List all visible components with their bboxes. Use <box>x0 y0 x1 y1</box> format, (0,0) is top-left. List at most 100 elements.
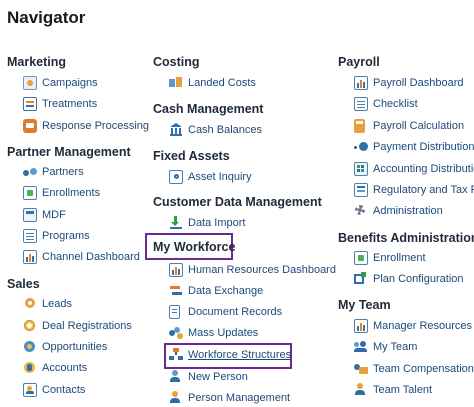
nav-human-resources-dashboard-label: Human Resources Dashboard <box>188 264 336 276</box>
nav-new-person[interactable]: New Person <box>169 368 248 386</box>
nav-manager-resources-label: Manager Resources D <box>373 320 474 332</box>
nav-data-exchange-label: Data Exchange <box>188 285 264 297</box>
dashboard-icon <box>354 76 368 90</box>
landed-costs-icon <box>169 76 183 90</box>
nav-data-exchange[interactable]: Data Exchange <box>169 282 263 300</box>
mass-updates-icon <box>169 326 183 340</box>
programs-icon <box>23 229 37 243</box>
plan-configuration-icon <box>354 272 368 286</box>
nav-mdf[interactable]: MDF <box>23 206 66 224</box>
section-customer-data-management-header: Customer Data Management <box>153 195 322 209</box>
section-marketing-header: Marketing <box>7 55 67 69</box>
nav-checklist[interactable]: Checklist <box>354 95 418 113</box>
nav-opportunities[interactable]: Opportunities <box>23 338 107 356</box>
nav-programs-label: Programs <box>42 230 90 242</box>
person-management-icon <box>169 391 183 405</box>
nav-leads[interactable]: Leads <box>23 295 72 313</box>
nav-human-resources-dashboard[interactable]: Human Resources Dashboard <box>169 261 336 279</box>
nav-team-compensation[interactable]: Team Compensation <box>354 360 474 378</box>
payment-distribution-icon <box>354 140 368 154</box>
nav-payment-distribution-label: Payment Distribution <box>373 141 474 153</box>
leads-icon <box>23 297 37 311</box>
enrollment-icon <box>354 251 368 265</box>
nav-mass-updates[interactable]: Mass Updates <box>169 324 258 342</box>
nav-document-records[interactable]: Document Records <box>169 303 282 321</box>
nav-treatments-label: Treatments <box>42 98 98 110</box>
nav-checklist-label: Checklist <box>373 98 418 110</box>
nav-workforce-structures-label: Workforce Structures <box>188 349 292 361</box>
dashboard-icon <box>354 319 368 333</box>
enrollments-icon <box>23 186 37 200</box>
nav-payment-distribution[interactable]: Payment Distribution <box>354 138 474 156</box>
deal-registrations-icon <box>23 319 37 333</box>
section-fixed-assets-header: Fixed Assets <box>153 149 230 163</box>
team-icon <box>354 340 368 354</box>
nav-team-talent-label: Team Talent <box>373 384 433 396</box>
nav-accounting-distribution[interactable]: Accounting Distribution <box>354 160 474 178</box>
accounts-icon <box>23 361 37 375</box>
nav-accounts-label: Accounts <box>42 362 88 374</box>
nav-deal-registrations-label: Deal Registrations <box>42 320 132 332</box>
nav-manager-resources[interactable]: Manager Resources D <box>354 317 474 335</box>
nav-workforce-structures[interactable]: Workforce Structures <box>169 346 291 364</box>
nav-administration[interactable]: Administration <box>354 202 443 220</box>
document-icon <box>169 305 180 319</box>
nav-mdf-label: MDF <box>42 209 66 221</box>
download-icon <box>169 216 183 230</box>
contacts-icon <box>23 383 37 397</box>
nav-regulatory-and-tax-label: Regulatory and Tax Re <box>373 184 474 196</box>
nav-channel-dashboard-label: Channel Dashboard <box>42 251 140 263</box>
nav-new-person-label: New Person <box>188 371 248 383</box>
asset-inquiry-icon <box>169 170 183 184</box>
nav-deal-registrations[interactable]: Deal Registrations <box>23 317 132 335</box>
treatments-icon <box>23 97 37 111</box>
partners-icon <box>23 165 37 179</box>
nav-team-talent[interactable]: Team Talent <box>354 381 432 399</box>
nav-partners-label: Partners <box>42 166 84 178</box>
nav-payroll-dashboard[interactable]: Payroll Dashboard <box>354 74 464 92</box>
nav-accounts[interactable]: Accounts <box>23 359 87 377</box>
nav-cash-balances[interactable]: Cash Balances <box>169 121 262 139</box>
nav-document-records-label: Document Records <box>188 306 283 318</box>
nav-treatments[interactable]: Treatments <box>23 95 97 113</box>
nav-campaigns[interactable]: Campaigns <box>23 74 98 92</box>
dashboard-icon <box>23 250 37 264</box>
nav-person-management-label: Person Management <box>188 392 291 404</box>
bank-icon <box>169 123 183 137</box>
workforce-structures-icon <box>169 348 183 362</box>
nav-plan-configuration[interactable]: Plan Configuration <box>354 270 464 288</box>
dashboard-icon <box>169 263 183 277</box>
nav-channel-dashboard[interactable]: Channel Dashboard <box>23 248 140 266</box>
section-payroll-header: Payroll <box>338 55 380 69</box>
nav-data-import[interactable]: Data Import <box>169 214 245 232</box>
nav-enrollment-label: Enrollment <box>373 252 426 264</box>
nav-landed-costs[interactable]: Landed Costs <box>169 74 256 92</box>
talent-icon <box>354 383 368 397</box>
nav-team-compensation-label: Team Compensation <box>373 363 474 375</box>
response-processing-icon <box>23 119 37 133</box>
section-cash-management-header: Cash Management <box>153 102 264 116</box>
nav-response-processing-label: Response Processing <box>42 120 150 132</box>
data-exchange-icon <box>169 284 183 298</box>
nav-regulatory-and-tax[interactable]: Regulatory and Tax Re <box>354 181 474 199</box>
nav-payroll-calculation[interactable]: Payroll Calculation <box>354 117 464 135</box>
regulatory-icon <box>354 183 368 197</box>
nav-enrollment[interactable]: Enrollment <box>354 249 426 267</box>
checklist-icon <box>354 97 368 111</box>
nav-asset-inquiry[interactable]: Asset Inquiry <box>169 168 252 186</box>
nav-person-management[interactable]: Person Management <box>169 389 290 407</box>
nav-my-team[interactable]: My Team <box>354 338 417 356</box>
nav-asset-inquiry-label: Asset Inquiry <box>188 171 252 183</box>
nav-contacts[interactable]: Contacts <box>23 381 85 399</box>
nav-partners[interactable]: Partners <box>23 163 84 181</box>
nav-enrollments[interactable]: Enrollments <box>23 184 100 202</box>
gear-icon <box>354 204 368 218</box>
nav-plan-configuration-label: Plan Configuration <box>373 273 464 285</box>
nav-enrollments-label: Enrollments <box>42 187 101 199</box>
nav-data-import-label: Data Import <box>188 217 246 229</box>
nav-programs[interactable]: Programs <box>23 227 90 245</box>
nav-response-processing[interactable]: Response Processing <box>23 117 149 135</box>
calculator-icon <box>354 119 365 133</box>
nav-leads-label: Leads <box>42 298 72 310</box>
opportunities-icon <box>23 340 37 354</box>
